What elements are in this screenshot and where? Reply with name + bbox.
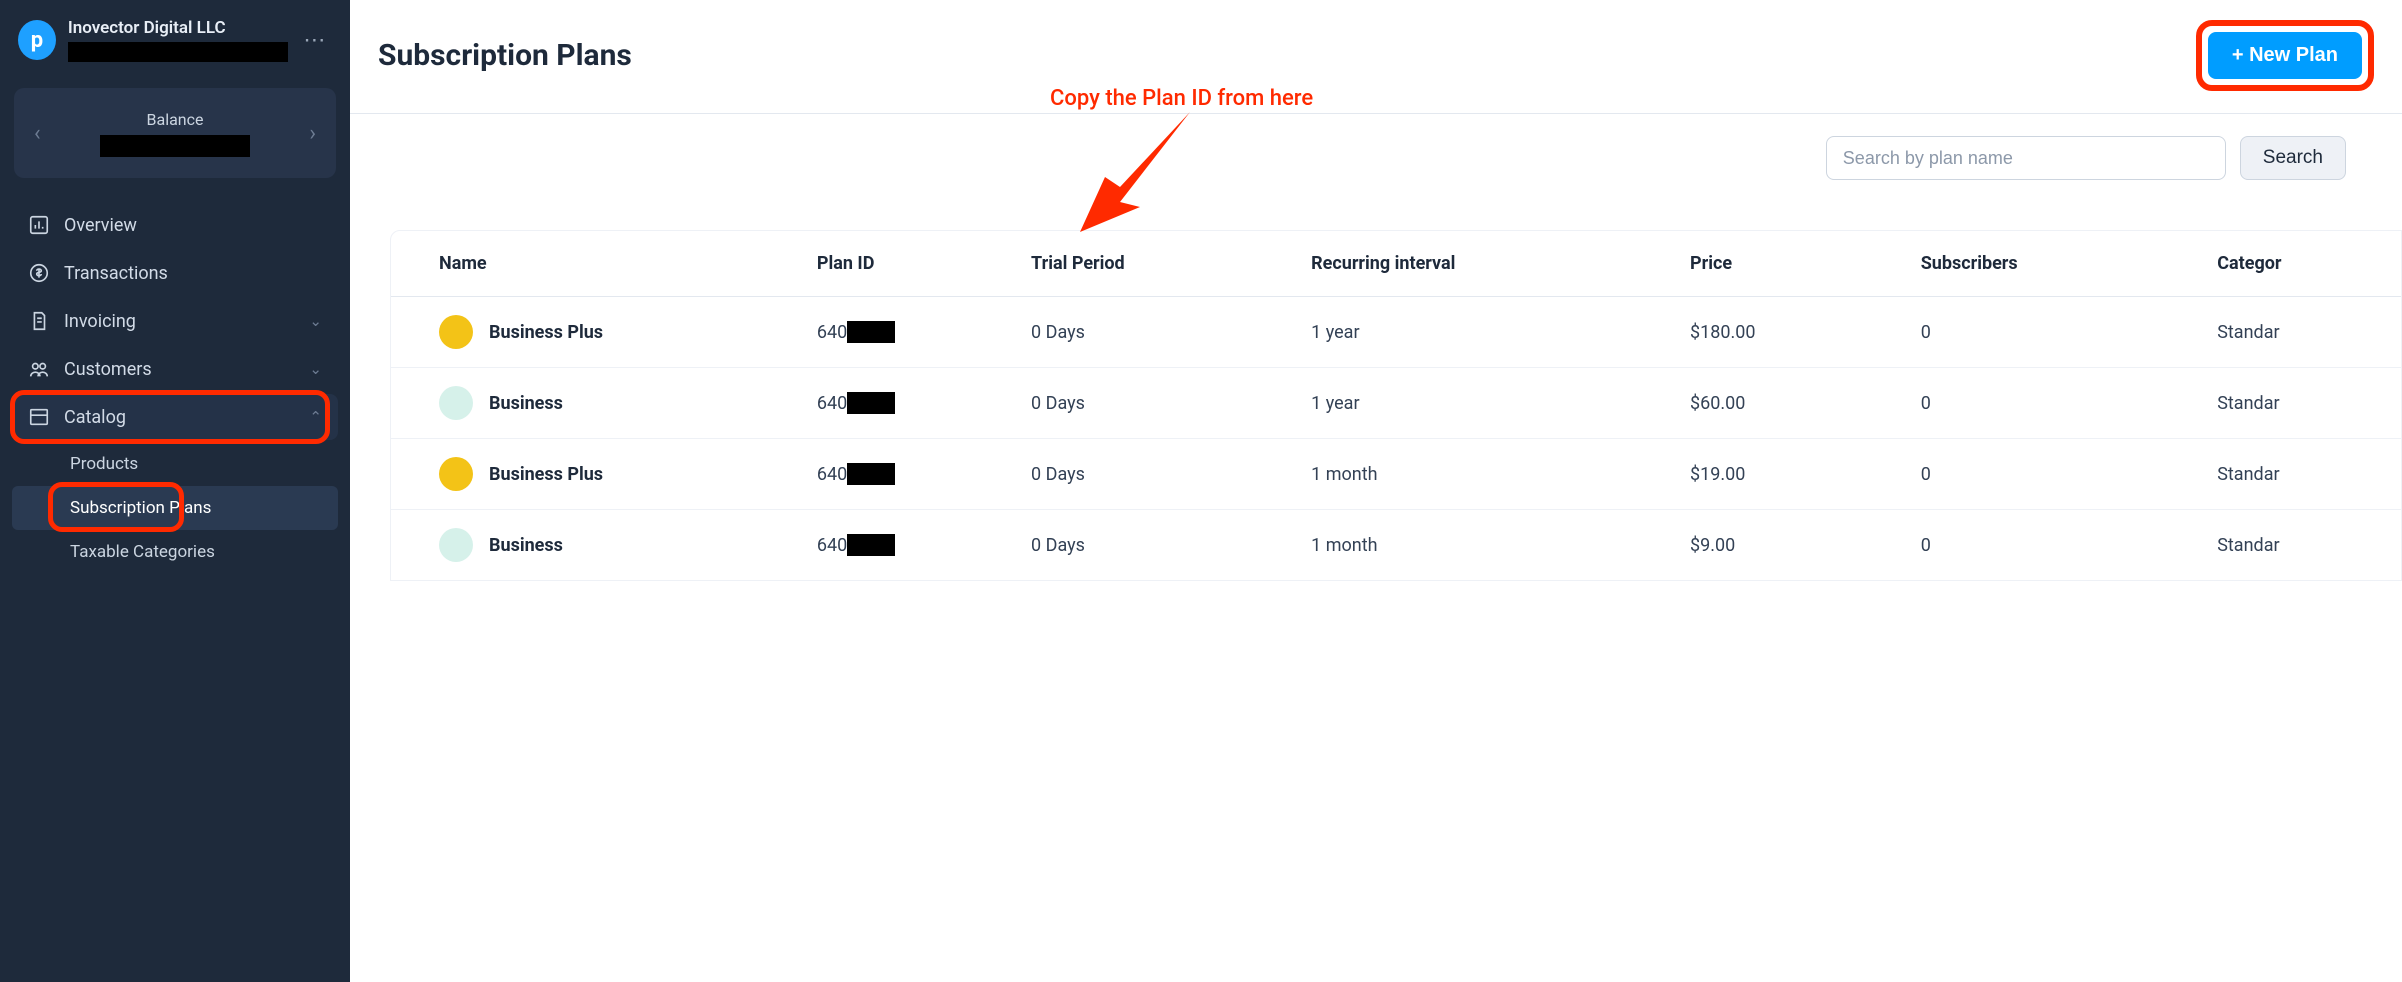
- plan-category: Standar: [2203, 368, 2401, 439]
- dollar-icon: [28, 262, 50, 284]
- main-content: Subscription Plans + New Plan Search Cop…: [350, 0, 2402, 982]
- sidebar-nav: Overview Transactions Invoicing ⌄ Cu: [10, 196, 340, 580]
- plan-trial: 0 Days: [1017, 368, 1297, 439]
- plan-price: $9.00: [1676, 510, 1907, 581]
- plan-category: Standar: [2203, 510, 2401, 581]
- org-id-redacted: [68, 42, 288, 62]
- new-plan-button[interactable]: + New Plan: [2208, 32, 2362, 79]
- plan-name: Business Plus: [489, 322, 603, 343]
- plan-id-redacted: [847, 534, 895, 556]
- page-title: Subscription Plans: [378, 38, 632, 73]
- chevron-down-icon: ⌄: [309, 312, 322, 330]
- plan-id: 640: [817, 392, 895, 414]
- table-row[interactable]: Business 640 0 Days1 month$9.000Standar: [391, 510, 2401, 581]
- plan-subscribers: 0: [1907, 297, 2204, 368]
- plan-name: Business Plus: [489, 464, 603, 485]
- plan-interval: 1 year: [1297, 368, 1676, 439]
- catalog-icon: [28, 406, 50, 428]
- sidebar-item-overview[interactable]: Overview: [12, 202, 338, 248]
- col-header-interval[interactable]: Recurring interval: [1297, 231, 1676, 297]
- sidebar-item-label: Transactions: [64, 263, 168, 284]
- sidebar-sub-subscription-plans[interactable]: Subscription Plans: [12, 486, 338, 530]
- plan-id-redacted: [847, 463, 895, 485]
- plan-category: Standar: [2203, 297, 2401, 368]
- plan-id: 640: [817, 321, 895, 343]
- plan-interval: 1 year: [1297, 297, 1676, 368]
- sidebar-item-transactions[interactable]: Transactions: [12, 250, 338, 296]
- sidebar-item-invoicing[interactable]: Invoicing ⌄: [12, 298, 338, 344]
- col-header-name[interactable]: Name: [391, 231, 803, 297]
- col-header-trial[interactable]: Trial Period: [1017, 231, 1297, 297]
- col-header-plan-id[interactable]: Plan ID: [803, 231, 1017, 297]
- plan-trial: 0 Days: [1017, 297, 1297, 368]
- org-more-menu[interactable]: ⋯: [300, 28, 332, 53]
- sidebar-item-catalog[interactable]: Catalog ⌃: [12, 394, 338, 440]
- plan-id-redacted: [847, 321, 895, 343]
- catalog-submenu: Products Subscription Plans Taxable Cate…: [12, 442, 338, 574]
- table-row[interactable]: Business 640 0 Days1 year$60.000Standar: [391, 368, 2401, 439]
- sidebar-item-label: Invoicing: [64, 311, 136, 332]
- col-header-price[interactable]: Price: [1676, 231, 1907, 297]
- plan-trial: 0 Days: [1017, 439, 1297, 510]
- plan-interval: 1 month: [1297, 510, 1676, 581]
- col-header-subscribers[interactable]: Subscribers: [1907, 231, 2204, 297]
- search-bar: Search: [350, 114, 2402, 190]
- plan-color-dot: [439, 315, 473, 349]
- plan-subscribers: 0: [1907, 439, 2204, 510]
- balance-prev[interactable]: ‹: [26, 117, 49, 150]
- sidebar-sub-taxable-categories[interactable]: Taxable Categories: [12, 530, 338, 574]
- chevron-up-icon: ⌃: [309, 408, 322, 426]
- plan-subscribers: 0: [1907, 368, 2204, 439]
- sidebar-item-customers[interactable]: Customers ⌄: [12, 346, 338, 392]
- balance-card: ‹ Balance ›: [14, 88, 336, 178]
- search-button[interactable]: Search: [2240, 136, 2346, 180]
- search-input[interactable]: [1826, 136, 2226, 180]
- plan-id: 640: [817, 534, 895, 556]
- sidebar-item-label: Catalog: [64, 407, 126, 428]
- plan-price: $60.00: [1676, 368, 1907, 439]
- col-header-category[interactable]: Categor: [2203, 231, 2401, 297]
- plan-id: 640: [817, 463, 895, 485]
- users-icon: [28, 358, 50, 380]
- plan-color-dot: [439, 386, 473, 420]
- plan-name: Business: [489, 393, 563, 414]
- annotation-text: Copy the Plan ID from here: [1050, 86, 1313, 111]
- plan-trial: 0 Days: [1017, 510, 1297, 581]
- plan-interval: 1 month: [1297, 439, 1676, 510]
- dashboard-icon: [28, 214, 50, 236]
- sidebar-sub-products[interactable]: Products: [12, 442, 338, 486]
- app-logo: p: [18, 20, 56, 60]
- balance-value-redacted: [100, 135, 250, 157]
- table-row[interactable]: Business Plus 640 0 Days1 month$19.000Stan…: [391, 439, 2401, 510]
- chevron-down-icon: ⌄: [309, 360, 322, 378]
- plan-category: Standar: [2203, 439, 2401, 510]
- plan-price: $180.00: [1676, 297, 1907, 368]
- plan-subscribers: 0: [1907, 510, 2204, 581]
- plan-color-dot: [439, 528, 473, 562]
- sidebar-item-label: Customers: [64, 359, 152, 380]
- balance-next[interactable]: ›: [301, 117, 324, 150]
- annotation-highlight-new-plan: + New Plan: [2196, 20, 2374, 91]
- plan-id-redacted: [847, 392, 895, 414]
- org-name: Inovector Digital LLC: [68, 18, 288, 38]
- plan-name: Business: [489, 535, 563, 556]
- plans-table: Name Plan ID Trial Period Recurring inte…: [390, 230, 2402, 581]
- invoice-icon: [28, 310, 50, 332]
- sidebar-item-label: Overview: [64, 215, 137, 236]
- table-row[interactable]: Business Plus 640 0 Days1 year$180.000Stan…: [391, 297, 2401, 368]
- sidebar: p Inovector Digital LLC ⋯ ‹ Balance › Ov…: [0, 0, 350, 982]
- plan-price: $19.00: [1676, 439, 1907, 510]
- balance-label: Balance: [100, 110, 250, 129]
- org-switcher[interactable]: p Inovector Digital LLC ⋯: [10, 14, 340, 66]
- plan-color-dot: [439, 457, 473, 491]
- page-header: Subscription Plans + New Plan: [350, 0, 2402, 114]
